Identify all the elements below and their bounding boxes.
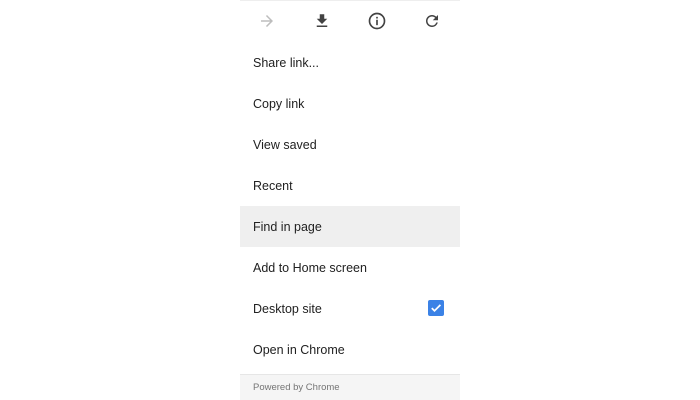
menu-item-open-in-chrome[interactable]: Open in Chrome	[240, 329, 460, 370]
overflow-menu: Share link... Copy link View saved Recen…	[240, 0, 460, 400]
menu-item-label: Share link...	[253, 55, 320, 70]
menu-item-label: Find in page	[253, 219, 322, 234]
menu-item-label: Copy link	[253, 96, 305, 111]
menu-item-label: Desktop site	[253, 301, 322, 316]
menu-item-view-saved[interactable]: View saved	[240, 124, 460, 165]
download-button[interactable]	[309, 8, 335, 34]
menu-item-label: Add to Home screen	[253, 260, 367, 275]
menu-item-add-to-home-screen[interactable]: Add to Home screen	[240, 247, 460, 288]
menu-item-copy-link[interactable]: Copy link	[240, 83, 460, 124]
menu-item-label: Recent	[253, 178, 293, 193]
checkmark-icon	[431, 304, 442, 313]
desktop-site-checkbox[interactable]	[428, 300, 444, 316]
download-icon	[316, 14, 328, 27]
info-icon	[368, 12, 386, 30]
menu-item-recent[interactable]: Recent	[240, 165, 460, 206]
menu-item-label: Open in Chrome	[253, 342, 345, 357]
menu-item-share-link[interactable]: Share link...	[240, 42, 460, 83]
refresh-icon	[426, 14, 438, 27]
refresh-button[interactable]	[419, 8, 445, 34]
forward-icon	[261, 15, 273, 27]
menu-item-desktop-site[interactable]: Desktop site	[240, 288, 460, 329]
menu-item-label: View saved	[253, 137, 317, 152]
menu-item-find-in-page[interactable]: Find in page	[240, 206, 460, 247]
forward-button[interactable]	[254, 8, 280, 34]
menu-footer: Powered by Chrome	[240, 374, 460, 400]
page-info-button[interactable]	[364, 8, 390, 34]
menu-icon-row	[240, 0, 460, 42]
powered-by-text: Powered by Chrome	[253, 382, 340, 393]
